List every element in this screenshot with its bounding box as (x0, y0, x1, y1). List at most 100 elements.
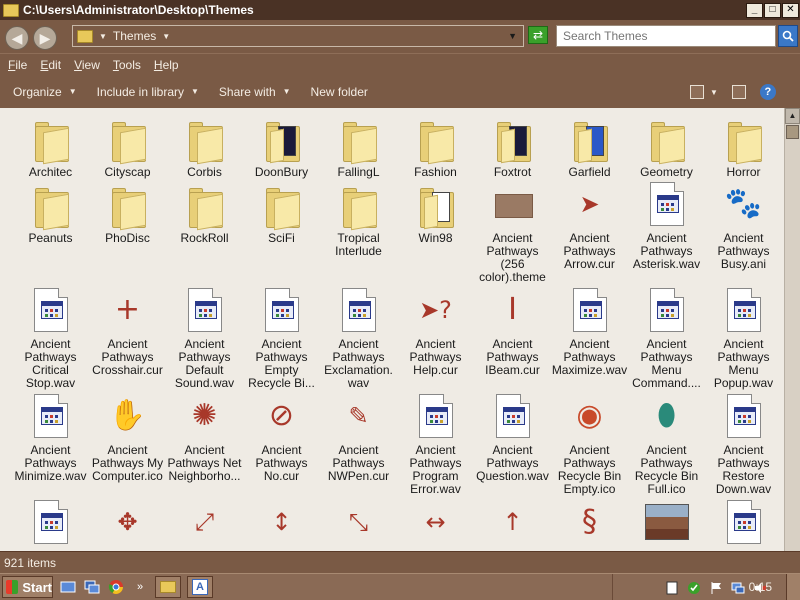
view-options-dropdown-icon[interactable]: ▼ (710, 88, 718, 97)
file-item[interactable]: ⊘ Ancient Pathways No.cur (243, 392, 320, 483)
file-item[interactable]: Ancient Pathways Default Sound.wav (166, 286, 243, 390)
menu-help[interactable]: Help (154, 58, 179, 72)
file-item[interactable]: ⤡ (320, 498, 397, 550)
start-button[interactable]: Start (2, 576, 53, 598)
file-item[interactable]: Corbis (166, 114, 243, 179)
address-bar-row: ◀ ▶ ▼ Themes ▼ ▼ ⇄ (0, 20, 800, 53)
file-item[interactable]: Ancient Pathways Asterisk.wav (628, 180, 705, 271)
view-grid-icon[interactable] (690, 85, 704, 99)
file-item[interactable]: Ancient Pathways Program Error.wav (397, 392, 474, 496)
breadcrumb-dropdown-icon[interactable]: ▼ (162, 32, 170, 41)
clock[interactable]: 0:15 (749, 580, 772, 594)
share-with-button[interactable]: Share with ▼ (219, 85, 291, 99)
new-folder-button[interactable]: New folder (311, 85, 368, 99)
file-item[interactable]: RockRoll (166, 180, 243, 245)
crosshair-icon: + (114, 292, 141, 327)
file-item[interactable] (705, 498, 782, 550)
tray-security-icon[interactable] (686, 580, 702, 596)
address-history-dropdown-icon[interactable]: ▼ (508, 31, 517, 41)
scroll-thumb[interactable] (786, 125, 799, 139)
file-item[interactable]: ⬮ Ancient Pathways Recycle Bin Full.ico (628, 392, 705, 496)
tray-flag-icon[interactable] (708, 580, 724, 596)
file-item[interactable]: ➤? Ancient Pathways Help.cur (397, 286, 474, 377)
chrome-icon[interactable] (107, 578, 125, 596)
file-item[interactable]: DoonBury (243, 114, 320, 179)
file-item[interactable]: § (551, 498, 628, 550)
file-item-label: Win98 (418, 231, 453, 245)
address-box[interactable]: ▼ Themes ▼ ▼ (72, 25, 524, 47)
file-item[interactable]: Ancient Pathways Exclamation.wav (320, 286, 397, 390)
switch-windows-icon[interactable] (83, 578, 101, 596)
file-item[interactable]: PhoDisc (89, 180, 166, 245)
file-item[interactable]: Ancient Pathways Minimize.wav (12, 392, 89, 483)
file-item[interactable]: Architec (12, 114, 89, 179)
file-item[interactable]: 🐾 Ancient Pathways Busy.ani (705, 180, 782, 271)
file-item[interactable]: Ancient Pathways Question.wav (474, 392, 551, 483)
file-item[interactable]: ✥ (89, 498, 166, 550)
file-item[interactable]: ↔ (397, 498, 474, 550)
file-item[interactable]: Ancient Pathways Critical Stop.wav (12, 286, 89, 390)
file-item[interactable]: Ancient Pathways Empty Recycle Bi... (243, 286, 320, 390)
menu-edit[interactable]: Edit (40, 58, 61, 72)
file-item[interactable]: I Ancient Pathways IBeam.cur (474, 286, 551, 377)
menu-view[interactable]: View (74, 58, 100, 72)
taskbar-explorer-button[interactable] (155, 576, 181, 598)
search-button[interactable] (778, 25, 798, 47)
taskbar-app-button[interactable]: A (187, 576, 213, 598)
file-item[interactable]: SciFi (243, 180, 320, 245)
refresh-button[interactable]: ⇄ (528, 26, 548, 44)
file-item[interactable]: Ancient Pathways (256 color).theme (474, 180, 551, 284)
overflow-chevron-icon[interactable]: » (131, 578, 149, 596)
file-item[interactable]: Fashion (397, 114, 474, 179)
file-item[interactable]: Ancient Pathways Restore Down.wav (705, 392, 782, 496)
file-item[interactable]: Geometry (628, 114, 705, 179)
forward-button[interactable]: ▶ (33, 26, 57, 50)
menu-file[interactable]: File (8, 58, 27, 72)
file-item[interactable]: Peanuts (12, 180, 89, 245)
file-item[interactable]: ✎ Ancient Pathways NWPen.cur (320, 392, 397, 483)
close-button[interactable]: ✕ (782, 2, 799, 18)
file-item[interactable]: ⤢ (166, 498, 243, 550)
file-item[interactable]: ↑ (474, 498, 551, 550)
file-item[interactable]: ↕ (243, 498, 320, 550)
file-item[interactable]: Ancient Pathways Menu Command.... (628, 286, 705, 390)
vertical-scrollbar[interactable]: ▲ (784, 108, 800, 551)
tray-document-icon[interactable] (664, 580, 680, 596)
help-icon[interactable]: ? (759, 84, 776, 100)
breadcrumb-separator-icon[interactable]: ▼ (99, 32, 107, 41)
file-item[interactable]: ✺ Ancient Pathways Net Neighborho... (166, 392, 243, 483)
file-item-label: Ancient Pathways Menu Command.... (632, 337, 701, 390)
menu-tools[interactable]: Tools (113, 58, 141, 72)
preview-pane-icon[interactable] (731, 85, 746, 99)
resize-diag-ne-icon: ⤢ (194, 508, 215, 536)
include-in-library-button[interactable]: Include in library ▼ (97, 85, 199, 99)
file-item[interactable]: ◉ Ancient Pathways Recycle Bin Empty.ico (551, 392, 628, 496)
file-item[interactable]: + Ancient Pathways Crosshair.cur (89, 286, 166, 377)
maximize-button[interactable]: □ (764, 2, 781, 18)
file-item[interactable]: Horror (705, 114, 782, 179)
file-item[interactable]: ➤ Ancient Pathways Arrow.cur (551, 180, 628, 271)
file-item[interactable]: FallingL (320, 114, 397, 179)
back-button[interactable]: ◀ (5, 26, 29, 50)
file-item[interactable]: Win98 (397, 180, 474, 245)
wav-file-icon (27, 498, 75, 546)
file-item[interactable] (628, 498, 705, 550)
file-item[interactable]: Cityscap (89, 114, 166, 179)
breadcrumb-themes[interactable]: Themes (113, 29, 156, 43)
tray-network-icon[interactable] (730, 580, 746, 596)
arrow-right-icon: ▶ (39, 29, 51, 46)
file-item-label: Ancient Pathways Crosshair.cur (92, 337, 163, 377)
file-item[interactable] (12, 498, 89, 550)
minimize-button[interactable]: _ (746, 2, 763, 18)
file-item[interactable]: ✋ Ancient Pathways My Computer.ico (89, 392, 166, 483)
organize-button[interactable]: Organize ▼ (13, 85, 77, 99)
file-item[interactable]: Tropical Interlude (320, 180, 397, 258)
file-item[interactable]: Garfield (551, 114, 628, 179)
search-input[interactable] (556, 25, 776, 47)
show-desktop-button[interactable] (786, 574, 800, 600)
show-desktop-icon[interactable] (59, 578, 77, 596)
file-item[interactable]: Ancient Pathways Maximize.wav (551, 286, 628, 377)
scroll-up-icon[interactable]: ▲ (785, 108, 800, 124)
file-item[interactable]: Ancient Pathways Menu Popup.wav (705, 286, 782, 390)
file-item[interactable]: Foxtrot (474, 114, 551, 179)
